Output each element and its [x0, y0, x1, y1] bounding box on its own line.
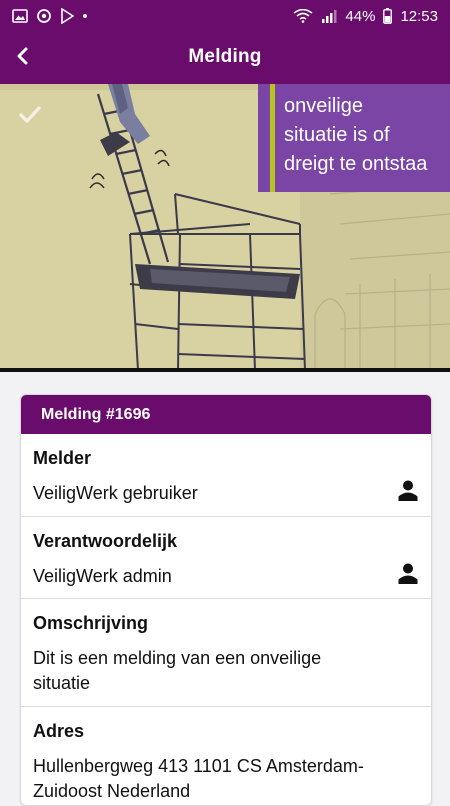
hero-image: onveilige situatie is of dreigt te ontst… [0, 84, 450, 370]
adres-section: Adres Hullenbergweg 413 1101 CS Amsterda… [21, 707, 431, 805]
melder-section: Melder VeiligWerk gebruiker [21, 434, 431, 517]
verantwoordelijk-value: VeiligWerk admin [33, 566, 172, 586]
play-store-icon [60, 8, 74, 24]
status-bar-left [12, 8, 88, 24]
melding-card: Melding #1696 Melder VeiligWerk gebruike… [20, 394, 432, 806]
sync-icon [36, 8, 52, 24]
omschrijving-section: Omschrijving Dit is een melding van een … [21, 599, 431, 707]
melder-label: Melder [33, 448, 92, 468]
page-title: Melding [188, 46, 262, 67]
card-header: Melding #1696 [21, 395, 431, 434]
hero-divider [0, 368, 450, 372]
dot-icon [82, 13, 88, 19]
wifi-icon [293, 9, 313, 23]
melder-value: VeiligWerk gebruiker [33, 483, 198, 503]
person-icon[interactable] [397, 479, 419, 501]
battery-icon [383, 8, 393, 24]
gallery-icon [12, 9, 28, 23]
person-icon[interactable] [397, 562, 419, 584]
battery-percentage: 44% [345, 7, 376, 25]
status-bar-right: 44% 12:53 [293, 8, 438, 25]
check-icon[interactable] [18, 104, 42, 124]
verantwoordelijk-section: Verantwoordelijk VeiligWerk admin [21, 517, 431, 599]
hero-banner-line-2: situatie is of [284, 124, 390, 146]
app-toolbar: Melding [0, 32, 450, 84]
clock: 12:53 [400, 7, 438, 25]
hero-banner-line-3: dreigt te ontstaa [284, 153, 428, 175]
omschrijving-label: Omschrijving [33, 613, 149, 633]
verantwoordelijk-label: Verantwoordelijk [33, 531, 178, 551]
status-bar: 44% 12:53 [0, 0, 450, 32]
signal-icon [321, 9, 337, 23]
hero-banner-line-1: onveilige [284, 95, 363, 117]
adres-label: Adres [33, 721, 85, 741]
omschrijving-value: Dit is een melding van een onveilige sit… [33, 648, 322, 693]
hero-banner: onveilige situatie is of dreigt te ontst… [258, 84, 450, 192]
adres-value: Hullenbergweg 413 1101 CS Amsterdam-Zuid… [33, 756, 364, 801]
